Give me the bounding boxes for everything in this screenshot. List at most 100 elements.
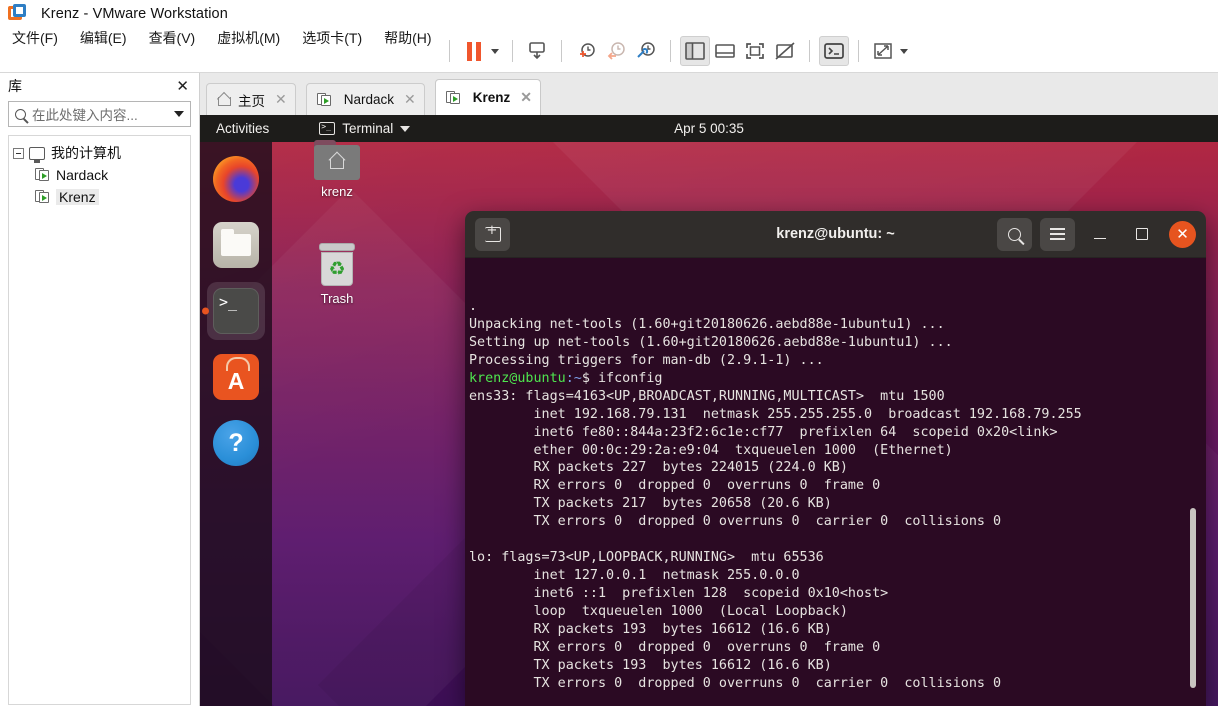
trash-icon: ♻ xyxy=(318,243,356,287)
stretch-button[interactable] xyxy=(868,36,898,66)
snapshot-manager-button[interactable] xyxy=(631,36,661,66)
console-view-button[interactable] xyxy=(819,36,849,66)
library-search-input[interactable]: 在此处键入内容... xyxy=(32,104,168,124)
menu-file[interactable]: 文件(F) xyxy=(12,28,58,48)
vmware-logo-icon xyxy=(8,4,28,24)
vmware-workstation-window: Krenz - VMware Workstation 文件(F) 编辑(E) 查… xyxy=(0,0,1218,706)
dock-item-help[interactable]: ? xyxy=(207,414,265,472)
toolbar-divider xyxy=(670,40,671,62)
revert-snapshot-button[interactable] xyxy=(601,36,631,66)
terminal-line: ens33: flags=4163<UP,BROADCAST,RUNNING,M… xyxy=(469,388,945,404)
terminal-line: TX errors 0 dropped 0 overruns 0 carrier… xyxy=(469,675,1002,691)
terminal-lines: . Unpacking net-tools (1.60+git20180626.a… xyxy=(469,298,1206,706)
dock-item-terminal[interactable]: >_ xyxy=(207,282,265,340)
stretch-dropdown-chevron-down-icon[interactable] xyxy=(900,48,908,54)
tab-close-icon[interactable]: ✕ xyxy=(404,91,416,108)
power-icon xyxy=(529,42,545,60)
tab-close-icon[interactable]: ✕ xyxy=(275,91,287,108)
terminal-titlebar-controls: ✕ xyxy=(997,217,1196,251)
menu-tabs[interactable]: 选项卡(T) xyxy=(302,28,362,48)
terminal-icon xyxy=(319,120,336,135)
terminal-line: TX packets 217 bytes 20658 (20.6 KB) xyxy=(469,496,832,512)
terminal-close-button[interactable]: ✕ xyxy=(1169,220,1196,248)
toolbar-divider xyxy=(449,40,450,62)
terminal-line: lo: flags=73<UP,LOOPBACK,RUNNING> mtu 65… xyxy=(469,550,824,566)
terminal-line: TX errors 0 dropped 0 overruns 0 carrier… xyxy=(469,514,1002,530)
library-tree: 我的计算机 Nardack Krenz xyxy=(8,135,191,705)
show-thumbnail-bar-button[interactable] xyxy=(710,36,740,66)
terminal-titlebar[interactable]: krenz@ubuntu: ~ ✕ xyxy=(465,211,1206,258)
tab-close-icon[interactable]: ✕ xyxy=(520,89,532,106)
tree-row-nardack[interactable]: Nardack xyxy=(13,164,186,186)
desktop-icon-label: krenz xyxy=(321,184,353,199)
activities-button[interactable]: Activities xyxy=(216,121,269,136)
menu-edit[interactable]: 编辑(E) xyxy=(80,28,127,48)
toolbar-divider xyxy=(809,40,810,62)
stretch-icon xyxy=(874,43,892,59)
new-tab-button[interactable] xyxy=(475,217,510,251)
terminal-minimize-button[interactable] xyxy=(1083,218,1117,251)
terminal-prompt-path: :~ xyxy=(565,370,582,386)
suspend-dropdown-chevron-down-icon[interactable] xyxy=(491,48,499,54)
menu-vm[interactable]: 虚拟机(M) xyxy=(217,28,280,48)
tab-nardack[interactable]: Nardack ✕ xyxy=(305,83,425,115)
app-menu-button[interactable]: Terminal xyxy=(319,120,411,136)
terminal-line: RX packets 227 bytes 224015 (224.0 KB) xyxy=(469,460,848,476)
snapshot-revert-icon xyxy=(607,42,625,60)
vm-icon xyxy=(316,92,332,107)
guest-os-screen[interactable]: Activities Terminal Apr 5 00:35 >_ A xyxy=(200,115,1218,706)
power-button[interactable] xyxy=(522,36,552,66)
library-header: 库 ✕ xyxy=(0,73,199,99)
desktop-icon-krenz[interactable]: krenz xyxy=(298,140,376,199)
terminal-maximize-button[interactable] xyxy=(1125,218,1159,251)
terminal-prompt-user: krenz@ubuntu xyxy=(469,370,566,386)
clock[interactable]: Apr 5 00:35 xyxy=(609,121,809,136)
snapshot-add-icon xyxy=(580,43,595,57)
terminal-scrollbar[interactable] xyxy=(1190,508,1196,688)
menu-help[interactable]: 帮助(H) xyxy=(384,28,431,48)
firefox-icon xyxy=(213,156,259,202)
terminal-line: inet6 fe80::844a:23f2:6c1e:cf77 prefixle… xyxy=(469,424,1058,440)
take-snapshot-button[interactable] xyxy=(571,36,601,66)
tab-label-home: 主页 xyxy=(238,93,265,109)
library-title: 库 xyxy=(8,78,22,94)
terminal-output[interactable]: . Unpacking net-tools (1.60+git20180626.a… xyxy=(465,258,1206,706)
chevron-down-icon[interactable] xyxy=(174,111,184,117)
tree-label-nardack: Nardack xyxy=(56,167,109,183)
terminal-search-button[interactable] xyxy=(997,217,1032,251)
library-search-box[interactable]: 在此处键入内容... xyxy=(8,101,191,127)
terminal-window[interactable]: krenz@ubuntu: ~ ✕ xyxy=(465,211,1206,706)
desktop-icon-trash[interactable]: ♻ Trash xyxy=(298,243,376,306)
dock-item-firefox[interactable] xyxy=(207,150,265,208)
dock-item-ubuntu-software[interactable]: A xyxy=(207,348,265,406)
terminal-prompt-symbol: $ xyxy=(581,370,590,386)
tree-collapse-toggle[interactable] xyxy=(13,147,24,159)
menu-view[interactable]: 查看(V) xyxy=(149,28,196,48)
desktop-icon-label: Trash xyxy=(320,291,354,306)
tree-row-krenz[interactable]: Krenz xyxy=(13,186,186,208)
pause-icon xyxy=(467,41,481,61)
show-library-button[interactable] xyxy=(680,36,710,66)
ubuntu-software-icon: A xyxy=(213,354,259,400)
tree-row-my-computer[interactable]: 我的计算机 xyxy=(13,142,186,164)
library-close-icon[interactable]: ✕ xyxy=(176,79,189,94)
library-panel: 库 ✕ 在此处键入内容... 我的计算机 Nardack Krenz xyxy=(0,73,200,706)
search-icon xyxy=(1008,227,1021,241)
unity-mode-button[interactable] xyxy=(770,36,800,66)
vm-icon xyxy=(35,190,50,204)
minimize-icon xyxy=(1094,237,1106,240)
dock-item-files[interactable] xyxy=(207,216,265,274)
files-icon xyxy=(213,222,259,268)
tree-label-krenz: Krenz xyxy=(56,189,99,205)
tab-krenz[interactable]: Krenz ✕ xyxy=(434,79,541,115)
suspend-button[interactable] xyxy=(459,36,489,66)
toolbar-divider xyxy=(858,40,859,62)
vm-icon xyxy=(35,168,50,182)
vm-tabstrip: 主页 ✕ Nardack ✕ Krenz ✕ xyxy=(200,73,1218,115)
full-screen-button[interactable] xyxy=(740,36,770,66)
terminal-menu-button[interactable] xyxy=(1040,217,1075,251)
unity-mode-icon xyxy=(775,42,795,60)
tab-home[interactable]: 主页 ✕ xyxy=(206,83,296,115)
